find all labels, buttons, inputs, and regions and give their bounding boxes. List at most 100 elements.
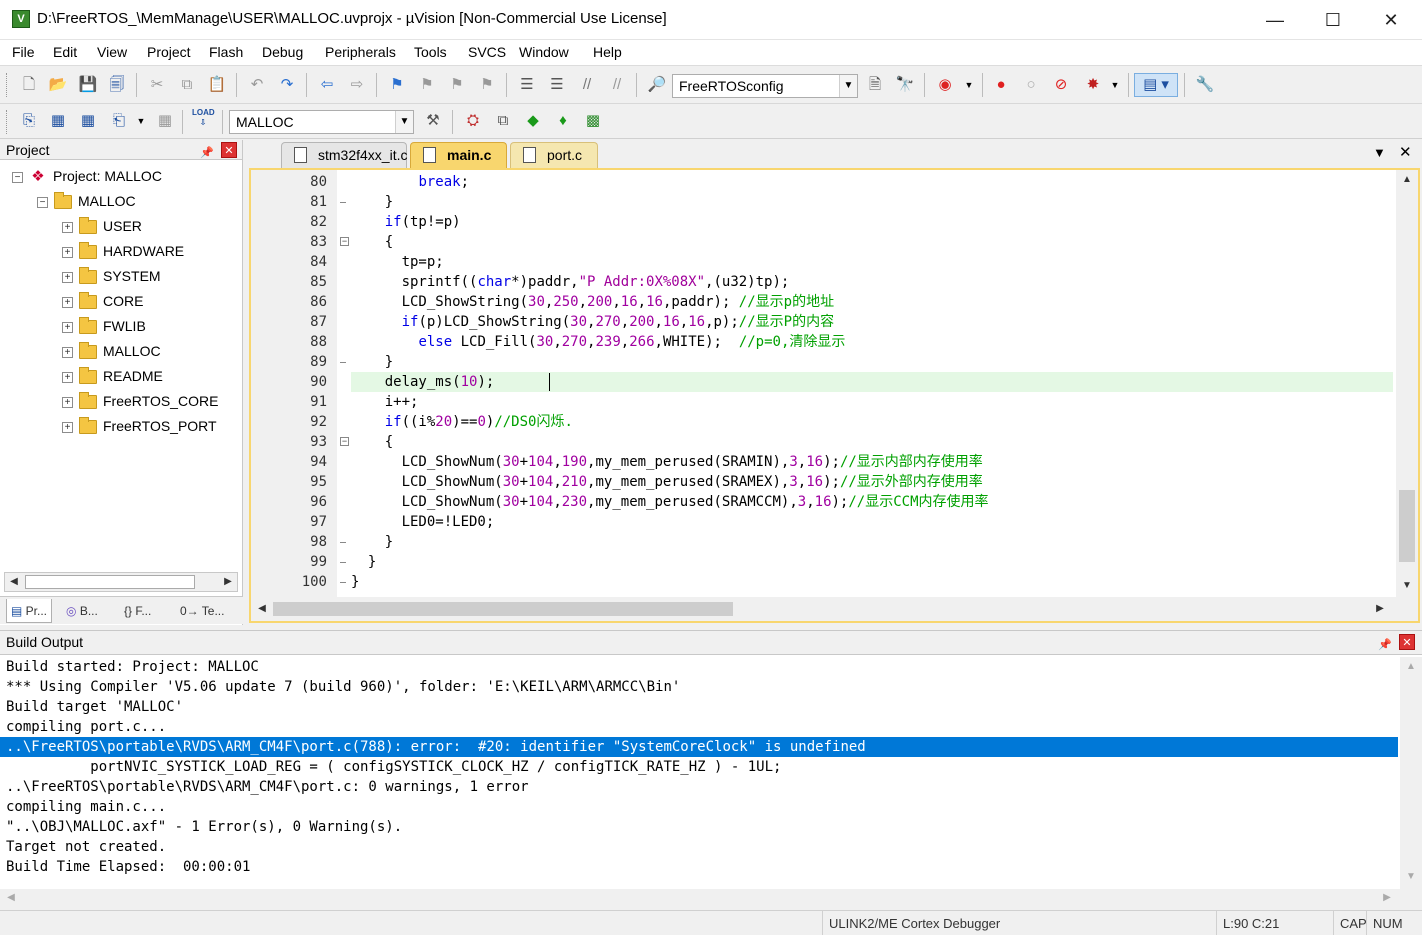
close-icon[interactable]: ✕ [221,142,237,158]
code-line[interactable]: LED0=!LED0; [351,512,495,532]
expand-icon[interactable]: + [62,346,73,358]
scrollbar-thumb[interactable] [1399,490,1415,562]
bookmark-clear-icon[interactable]: ⚑ [476,74,498,96]
code-line[interactable]: if((i%20)==0)//DS0闪烁. [351,412,573,432]
code-line[interactable]: sprintf((char*)paddr,"P Addr:0X%08X",(u3… [351,272,790,292]
indent-icon[interactable]: ☰ [516,74,538,96]
open-file-icon[interactable]: 📂 [47,74,69,96]
tree-group-freertos-port[interactable]: + FreeRTOS_PORT [62,414,217,438]
scroll-up-icon[interactable]: ▲ [1398,172,1416,188]
rebuild-icon[interactable]: ▦ [77,110,99,132]
navigate-forward-icon[interactable]: ⇨ [346,74,368,96]
run-time-environment-icon[interactable]: ◆ [522,110,544,132]
pin-icon[interactable]: 📌 [200,143,214,163]
tree-group-fwlib[interactable]: + FWLIB [62,314,146,338]
collapse-icon[interactable]: − [37,196,48,208]
menu-flash[interactable]: Flash [209,44,243,60]
menu-tools[interactable]: Tools [414,44,447,60]
unindent-icon[interactable]: ☰ [546,74,568,96]
incremental-find-icon[interactable]: 🔭 [894,74,916,96]
chevron-down-icon[interactable]: ▼ [1104,74,1126,96]
copy-icon[interactable]: ⧉ [176,74,198,96]
tab-list-dropdown-icon[interactable]: ▼ [1373,145,1386,160]
download-load-icon[interactable]: LOAD ⇩ [192,108,215,130]
expand-icon[interactable]: + [62,421,73,433]
code-line[interactable]: break; [351,172,469,192]
tree-root[interactable]: − ❖ Project: MALLOC [12,164,162,188]
code-line[interactable]: { [351,232,393,252]
chevron-down-icon[interactable]: ▼ [130,110,152,132]
maximize-button[interactable]: ☐ [1304,0,1362,40]
expand-icon[interactable]: + [62,221,73,233]
new-file-icon[interactable]: 🗋 [18,74,40,96]
code-line[interactable]: if(p)LCD_ShowString(30,270,200,16,16,p);… [351,312,835,332]
scroll-right-icon[interactable]: ▶ [1378,890,1396,906]
menu-file[interactable]: File [12,44,35,60]
undo-icon[interactable]: ↶ [246,74,268,96]
uncomment-icon[interactable]: // [606,74,628,96]
scroll-down-icon[interactable]: ▼ [1402,869,1420,885]
tree-group-system[interactable]: + SYSTEM [62,264,161,288]
scroll-left-icon[interactable]: ◀ [2,890,20,906]
tree-group-freertos-core[interactable]: + FreeRTOS_CORE [62,389,218,413]
breakpoint-insert-icon[interactable]: ● [990,74,1012,96]
menu-svcs[interactable]: SVCS [468,44,506,60]
save-icon[interactable]: 💾 [77,74,99,96]
expand-icon[interactable]: + [62,371,73,383]
expand-icon[interactable]: + [62,296,73,308]
tab-functions[interactable]: {} F... [124,599,151,623]
build-output-line[interactable]: Build started: Project: MALLOC [6,657,259,677]
bookmark-toggle-icon[interactable]: ⚑ [386,74,408,96]
chevron-down-icon[interactable]: ▼ [839,75,857,97]
target-combo[interactable]: MALLOC ▼ [229,110,414,134]
build-output-line[interactable]: Target not created. [6,837,166,857]
code-line[interactable]: tp=p; [351,252,444,272]
code-text[interactable]: break; } if(tp!=p) { tp=p; sprintf((char… [351,170,1393,597]
code-line[interactable]: delay_ms(10); [351,372,511,392]
build-error-line[interactable]: ..\FreeRTOS\portable\RVDS\ARM_CM4F\port.… [0,737,1398,757]
expand-icon[interactable]: + [62,271,73,283]
find-in-files-icon[interactable]: 🔎 [646,74,668,96]
window-layout-icon[interactable]: ▤ ▾ [1134,73,1178,97]
scroll-up-icon[interactable]: ▲ [1402,659,1420,675]
batch-build-icon[interactable]: ⎗ [108,110,130,132]
chevron-down-icon[interactable]: ▼ [395,111,413,133]
tree-target[interactable]: − MALLOC [37,189,136,213]
menu-help[interactable]: Help [593,44,622,60]
tab-project[interactable]: ▤ Pr... [6,599,53,623]
breakpoint-kill-all-icon[interactable]: ✸ [1082,74,1104,96]
build-output-line[interactable]: compiling main.c... [6,797,166,817]
code-line[interactable]: LCD_ShowNum(30+104,230,my_mem_perused(SR… [351,492,989,512]
comment-icon[interactable]: // [576,74,598,96]
tab-port-c[interactable]: port.c [510,142,598,168]
build-output-line[interactable]: "..\OBJ\MALLOC.axf" - 1 Error(s), 0 Warn… [6,817,402,837]
pack-installer-icon[interactable]: ♦ [552,110,574,132]
menu-view[interactable]: View [97,44,127,60]
project-horizontal-scrollbar[interactable]: ◀ ▶ [4,572,238,592]
build-output-line[interactable]: portNVIC_SYSTICK_LOAD_REG = ( configSYST… [6,757,781,777]
menu-debug[interactable]: Debug [262,44,303,60]
close-button[interactable]: ✕ [1362,0,1420,40]
scrollbar-thumb[interactable] [273,602,733,616]
cut-icon[interactable]: ✂ [146,74,168,96]
menu-peripherals[interactable]: Peripherals [325,44,396,60]
translate-icon[interactable]: ⎘ [18,110,40,132]
expand-icon[interactable]: + [62,321,73,333]
select-software-packs-icon[interactable]: ▩ [582,110,604,132]
code-editor[interactable]: 80 81 82 83 84 85 86 87 88 89 90 91 92 93 94 95 96 97 98 99… [249,168,1420,623]
scroll-left-icon[interactable]: ◀ [253,601,271,617]
tab-stm32f4xx-it-c[interactable]: stm32f4xx_it.c [281,142,407,168]
menu-window[interactable]: Window [519,44,569,60]
code-line[interactable]: LCD_ShowNum(30+104,190,my_mem_perused(SR… [351,452,983,472]
build-output-line[interactable]: ..\FreeRTOS\portable\RVDS\ARM_CM4F\port.… [6,777,529,797]
code-line[interactable]: } [351,192,393,212]
build-horizontal-scrollbar[interactable]: ◀ ▶ [0,889,1422,909]
scroll-down-icon[interactable]: ▼ [1398,578,1416,594]
config-combo[interactable]: FreeRTOSconfig ▼ [672,74,858,98]
navigate-back-icon[interactable]: ⇦ [316,74,338,96]
scroll-right-icon[interactable]: ▶ [219,574,237,590]
fold-collapse-icon[interactable]: − [340,437,349,446]
tree-group-hardware[interactable]: + HARDWARE [62,239,184,263]
build-output-line[interactable]: compiling port.c... [6,717,166,737]
paste-icon[interactable]: 📋 [206,74,228,96]
